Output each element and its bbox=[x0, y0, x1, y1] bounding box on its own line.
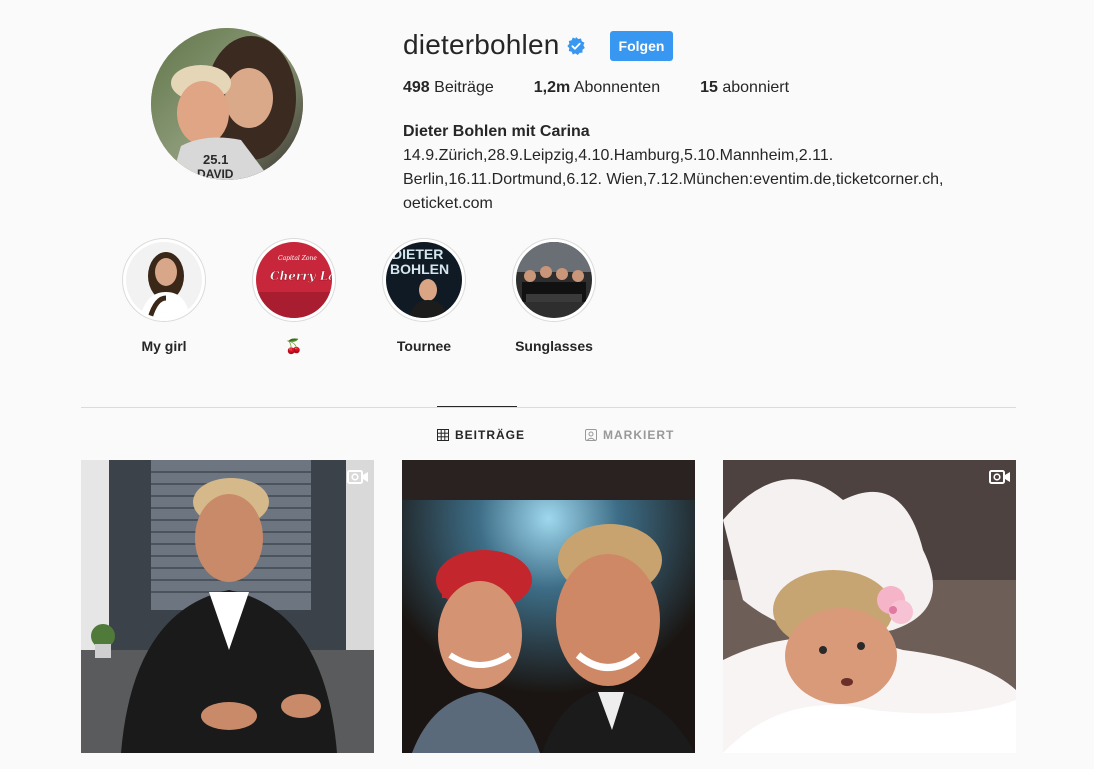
following-label: abonniert bbox=[722, 79, 790, 96]
tagged-person-icon bbox=[585, 429, 598, 441]
profile-page: 25.1 DAVID dieterbohlen Folgen 498 Beitr… bbox=[0, 0, 1094, 769]
video-icon bbox=[347, 470, 368, 484]
highlight-label: 🍒 bbox=[285, 338, 303, 354]
post-image bbox=[402, 460, 695, 753]
profile-tabs: BEITRÄGE MARKIERT bbox=[437, 427, 674, 443]
svg-text:DAVID: DAVID bbox=[197, 167, 234, 180]
highlight-ring bbox=[512, 238, 596, 322]
highlight-sunglasses[interactable]: Sunglasses bbox=[505, 238, 603, 355]
tab-tagged[interactable]: MARKIERT bbox=[585, 427, 674, 443]
avatar-photo: 25.1 DAVID bbox=[151, 28, 303, 180]
highlight-tournee[interactable]: DIETER BOHLEN Tournee bbox=[375, 238, 473, 355]
highlight-ring: DIETER BOHLEN bbox=[382, 238, 466, 322]
bio-text: 14.9.Zürich,28.9.Leipzig,4.10.Hamburg,5.… bbox=[403, 147, 944, 212]
svg-text:Cherry Lady: Cherry Lady bbox=[270, 269, 332, 283]
highlight-cover-sunglasses bbox=[516, 242, 592, 318]
highlight-cover-tournee: DIETER BOHLEN bbox=[386, 242, 462, 318]
posts-stat: 498 Beiträge bbox=[403, 79, 494, 97]
username: dieterbohlen bbox=[403, 29, 560, 60]
posts-count: 498 bbox=[403, 79, 430, 96]
verified-badge-icon bbox=[566, 37, 585, 55]
highlight-my-girl[interactable]: My girl bbox=[115, 238, 213, 355]
highlight-ring bbox=[122, 238, 206, 322]
grid-icon bbox=[437, 429, 449, 441]
follow-button[interactable]: Folgen bbox=[609, 31, 674, 61]
highlight-label: Sunglasses bbox=[515, 338, 593, 354]
post-image bbox=[723, 460, 1016, 753]
profile-stats: 498 Beiträge 1,2m Abonnenten 15 abonnier… bbox=[403, 79, 829, 97]
svg-text:Capital Zone: Capital Zone bbox=[278, 255, 317, 262]
highlight-cherry[interactable]: Capital Zone Cherry Lady 🍒 bbox=[245, 238, 343, 355]
active-tab-indicator bbox=[437, 406, 517, 407]
svg-text:DIETER: DIETER bbox=[392, 246, 443, 262]
profile-avatar[interactable]: 25.1 DAVID bbox=[151, 28, 303, 180]
username-row: dieterbohlen Folgen bbox=[403, 27, 674, 63]
posts-label: Beiträge bbox=[434, 79, 494, 96]
highlight-label: Tournee bbox=[396, 338, 452, 354]
followers-count: 1,2m bbox=[533, 79, 571, 96]
story-highlights: My girl Capital Zone Cherry Lady 🍒 bbox=[115, 238, 635, 355]
tabs-divider bbox=[81, 407, 1016, 408]
highlight-cover-cherry-lady: Capital Zone Cherry Lady bbox=[256, 242, 332, 318]
highlight-ring: Capital Zone Cherry Lady bbox=[252, 238, 336, 322]
tab-posts[interactable]: BEITRÄGE bbox=[437, 427, 525, 443]
following-stat[interactable]: 15 abonniert bbox=[700, 79, 789, 97]
followers-stat[interactable]: 1,2m Abonnenten bbox=[534, 79, 660, 97]
video-icon bbox=[989, 470, 1010, 484]
highlight-cover-my-girl bbox=[126, 242, 202, 318]
post-thumbnail[interactable] bbox=[402, 460, 695, 753]
post-thumbnail[interactable] bbox=[81, 460, 374, 753]
post-image bbox=[81, 460, 374, 753]
bio-full-name: Dieter Bohlen mit Carina bbox=[403, 123, 590, 140]
svg-text:BOHLEN: BOHLEN bbox=[390, 261, 449, 277]
avatar-shirt-text: 25.1 bbox=[203, 152, 228, 167]
tab-posts-label: BEITRÄGE bbox=[455, 428, 526, 442]
tab-tagged-label: MARKIERT bbox=[603, 428, 675, 442]
followers-label: Abonnenten bbox=[573, 79, 661, 96]
post-thumbnail[interactable] bbox=[723, 460, 1016, 753]
profile-bio: Dieter Bohlen mit Carina 14.9.Zürich,28.… bbox=[403, 120, 1043, 216]
following-count: 15 bbox=[700, 79, 718, 96]
highlight-label: My girl bbox=[141, 338, 187, 354]
